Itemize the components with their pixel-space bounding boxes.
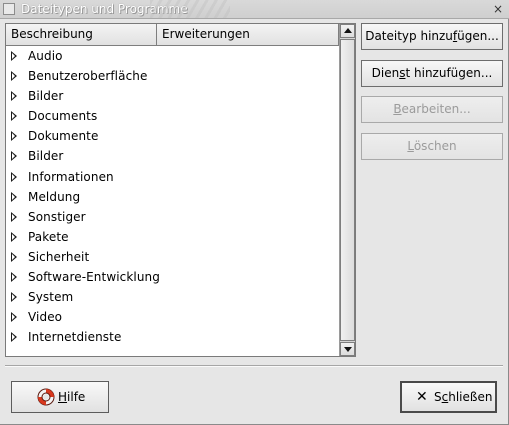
- arrow-down-icon: [344, 347, 352, 352]
- list-item[interactable]: Meldung: [6, 187, 339, 207]
- list-item[interactable]: Audio: [6, 46, 339, 66]
- help-button[interactable]: Hilfe: [11, 381, 109, 413]
- help-label: Hilfe: [58, 382, 85, 412]
- window-menu-icon[interactable]: [3, 3, 15, 15]
- list-item-label: System: [28, 290, 74, 305]
- window-close-button[interactable]: ×: [492, 3, 504, 15]
- expander-icon[interactable]: [11, 312, 17, 323]
- list-item-label: Pakete: [28, 229, 69, 244]
- list-item[interactable]: Bilder: [6, 146, 339, 166]
- close-label-post: hließen: [448, 390, 493, 404]
- list-item[interactable]: System: [6, 287, 339, 307]
- list-item[interactable]: Internetdienste: [6, 327, 339, 347]
- column-header-description[interactable]: Beschreibung: [6, 24, 157, 46]
- add-service-label-pre: Dien: [371, 66, 400, 80]
- list-item-label: Meldung: [28, 189, 81, 204]
- close-label: Schließen: [434, 383, 492, 411]
- list-item[interactable]: Bilder: [6, 86, 339, 106]
- list-item[interactable]: Software-Entwicklung: [6, 267, 339, 287]
- list-item-label: Software-Entwicklung: [28, 270, 160, 285]
- list-item-label: Sonstiger: [28, 209, 86, 224]
- title-bar[interactable]: Dateitypen und Programme ×: [0, 0, 509, 19]
- list-item[interactable]: Video: [6, 307, 339, 327]
- scroll-down-button[interactable]: [340, 342, 355, 356]
- add-file-type-label-pre: Dateityp hinzu: [365, 29, 453, 43]
- list-rows: Audio Benutzeroberfläche Bilder Document…: [6, 46, 339, 347]
- add-service-label-post: t hinzufügen...: [405, 66, 493, 80]
- lifebuoy-icon: [37, 388, 55, 406]
- list-item[interactable]: Sonstiger: [6, 207, 339, 227]
- column-header-extensions[interactable]: Erweiterungen: [157, 24, 339, 46]
- help-mnemonic: H: [58, 390, 68, 404]
- list-header: Beschreibung Erweiterungen: [6, 24, 339, 46]
- edit-mnemonic: B: [393, 102, 402, 116]
- expander-icon[interactable]: [11, 332, 17, 343]
- list-item[interactable]: Pakete: [6, 227, 339, 247]
- arrow-up-icon: [344, 28, 352, 33]
- delete-button[interactable]: Löschen: [361, 133, 503, 160]
- expander-icon[interactable]: [11, 191, 17, 202]
- list-item[interactable]: Dokumente: [6, 126, 339, 146]
- list-item-label: Bilder: [28, 89, 64, 104]
- list-item-label: Informationen: [28, 169, 114, 184]
- delete-label-post: öschen: [413, 139, 457, 153]
- help-label-post: ilfe: [67, 390, 86, 404]
- expander-icon[interactable]: [11, 51, 17, 61]
- close-label-pre: S: [434, 390, 442, 404]
- expander-icon[interactable]: [11, 111, 17, 122]
- edit-label-post: earbeiten...: [401, 102, 471, 116]
- close-x-icon: ✕: [416, 389, 428, 405]
- list-item[interactable]: Informationen: [6, 167, 339, 187]
- expander-icon[interactable]: [11, 272, 17, 283]
- scroll-thumb[interactable]: [340, 39, 355, 341]
- scroll-up-button[interactable]: [340, 24, 355, 38]
- list-item-label: Sicherheit: [28, 249, 90, 264]
- list-item-label: Internetdienste: [28, 330, 122, 345]
- vertical-scrollbar[interactable]: [339, 24, 355, 356]
- titlebar-decoration: [150, 0, 230, 18]
- add-file-type-label-post: ügen...: [457, 29, 499, 43]
- expander-icon[interactable]: [11, 211, 17, 222]
- list-item-label: Documents: [28, 109, 98, 124]
- expander-icon[interactable]: [11, 251, 17, 262]
- expander-icon[interactable]: [11, 292, 17, 303]
- close-button[interactable]: ✕ Schließen: [400, 381, 497, 413]
- expander-icon[interactable]: [11, 71, 17, 82]
- file-types-dialog: Dateitypen und Programme × Beschreibung …: [0, 0, 509, 425]
- list-item[interactable]: Sicherheit: [6, 247, 339, 267]
- edit-button[interactable]: Bearbeiten...: [361, 96, 503, 123]
- list-item-label: Benutzeroberfläche: [28, 69, 148, 84]
- button-area-separator: [5, 365, 503, 367]
- add-service-button[interactable]: Dienst hinzufügen...: [361, 60, 503, 87]
- expander-icon[interactable]: [11, 131, 17, 142]
- list-item[interactable]: Documents: [6, 106, 339, 126]
- list-item-label: Dokumente: [28, 129, 99, 144]
- expander-icon[interactable]: [11, 171, 17, 182]
- expander-icon[interactable]: [11, 91, 17, 102]
- expander-icon[interactable]: [11, 151, 17, 162]
- list-item-label: Bilder: [28, 149, 64, 164]
- list-item-label: Audio: [28, 49, 63, 63]
- file-types-list[interactable]: Beschreibung Erweiterungen Audio Benutze…: [5, 23, 356, 357]
- list-item[interactable]: Benutzeroberfläche: [6, 66, 339, 86]
- expander-icon[interactable]: [11, 231, 17, 242]
- add-file-type-button[interactable]: Dateityp hinzufügen...: [361, 23, 503, 50]
- list-item-label: Video: [28, 310, 63, 325]
